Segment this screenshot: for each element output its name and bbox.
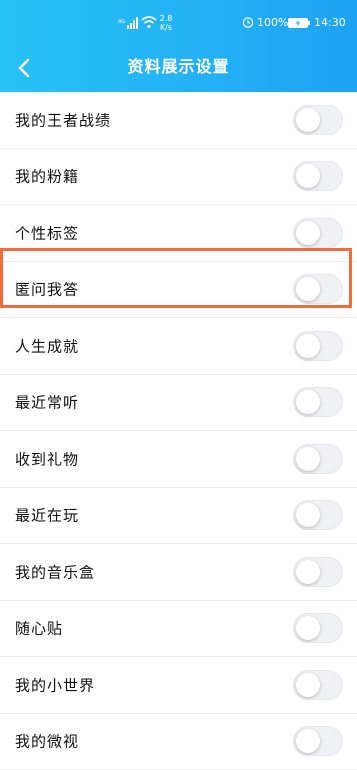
toggle-knob — [296, 108, 320, 132]
toggle-knob — [296, 616, 320, 640]
setting-label: 最近在玩 — [15, 505, 79, 526]
setting-label: 人生成就 — [15, 335, 79, 356]
setting-toggle[interactable] — [293, 613, 343, 643]
setting-label: 我的粉籍 — [15, 166, 79, 187]
setting-toggle[interactable] — [293, 161, 343, 191]
setting-label: 我的王者战绩 — [15, 109, 111, 130]
setting-label: 匿问我答 — [15, 279, 79, 300]
setting-toggle[interactable] — [293, 444, 343, 474]
setting-row: 我的粉籍 — [0, 149, 357, 206]
setting-label: 个性标签 — [15, 222, 79, 243]
network-speed-unit: K/s — [159, 23, 173, 32]
page-title: 资料展示设置 — [0, 56, 357, 78]
setting-row: 收到礼物 — [0, 431, 357, 488]
cellular-signal-icon: 4G — [118, 17, 138, 29]
network-speed: 2.8 K/s — [159, 14, 173, 32]
toggle-knob — [296, 277, 320, 301]
setting-row: 最近在玩 — [0, 488, 357, 545]
setting-toggle[interactable] — [293, 274, 343, 304]
toggle-knob — [296, 164, 320, 188]
setting-row: 人生成就 — [0, 318, 357, 375]
setting-row: 我的音乐盒 — [0, 544, 357, 601]
toggle-knob — [296, 334, 320, 358]
setting-toggle[interactable] — [293, 105, 343, 135]
setting-toggle[interactable] — [293, 726, 343, 756]
toggle-knob — [296, 560, 320, 584]
toggle-knob — [296, 447, 320, 471]
setting-toggle[interactable] — [293, 331, 343, 361]
setting-toggle[interactable] — [293, 670, 343, 700]
toggle-knob — [296, 390, 320, 414]
setting-toggle[interactable] — [293, 557, 343, 587]
setting-row: 随心贴 — [0, 601, 357, 658]
setting-toggle[interactable] — [293, 218, 343, 248]
setting-label: 最近常听 — [15, 392, 79, 413]
battery-icon — [288, 18, 310, 28]
setting-row: 我的小世界 — [0, 657, 357, 714]
svg-text:4G: 4G — [118, 19, 125, 25]
status-bar: 4G 2.8 K/s 100% 14:30 — [0, 0, 357, 44]
setting-toggle[interactable] — [293, 387, 343, 417]
network-speed-value: 2.8 — [159, 14, 173, 23]
setting-label: 我的微视 — [15, 731, 79, 752]
alarm-clock-icon — [242, 16, 254, 28]
setting-row: 匿问我答 — [0, 262, 357, 319]
toggle-knob — [296, 729, 320, 753]
wifi-icon — [141, 15, 157, 29]
setting-label: 随心贴 — [15, 618, 63, 639]
settings-list: 我的王者战绩我的粉籍个性标签匿问我答人生成就最近常听收到礼物最近在玩我的音乐盒随… — [0, 92, 357, 770]
setting-label: 收到礼物 — [15, 448, 79, 469]
app-header: 4G 2.8 K/s 100% 14:30 — [0, 0, 357, 92]
setting-row: 个性标签 — [0, 205, 357, 262]
setting-toggle[interactable] — [293, 500, 343, 530]
setting-row: 我的王者战绩 — [0, 92, 357, 149]
battery-percent: 100% — [257, 16, 288, 30]
setting-label: 我的音乐盒 — [15, 561, 95, 582]
toggle-knob — [296, 221, 320, 245]
toggle-knob — [296, 503, 320, 527]
navigation-bar: 资料展示设置 — [0, 44, 357, 92]
setting-row: 最近常听 — [0, 375, 357, 432]
toggle-knob — [296, 673, 320, 697]
clock-time: 14:30 — [314, 16, 346, 30]
setting-label: 我的小世界 — [15, 674, 95, 695]
